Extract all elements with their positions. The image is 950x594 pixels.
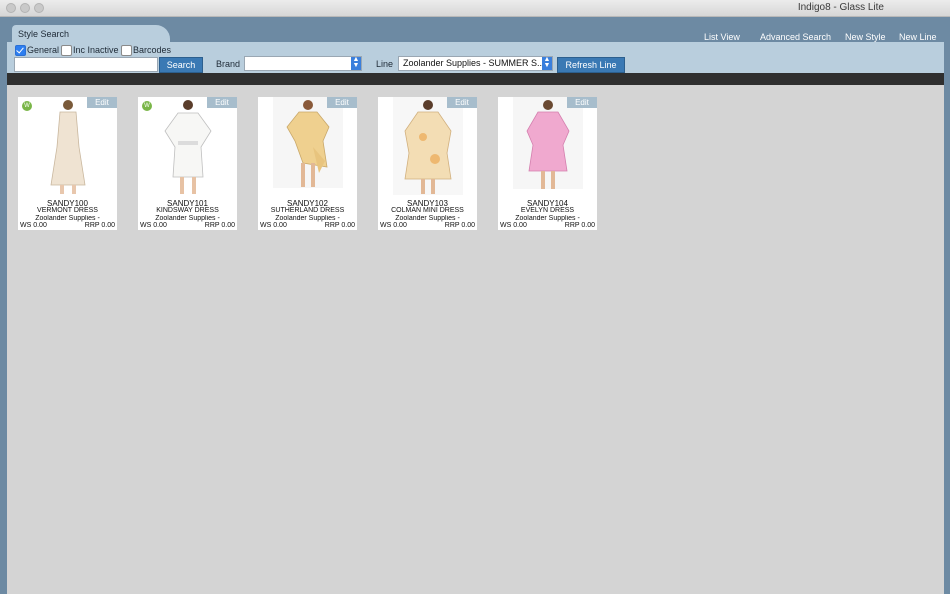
style-card[interactable]: Edit SANDY103 COLMAN MINI DRESS Zoolande…: [378, 97, 477, 230]
minimize-window-button[interactable]: [20, 3, 30, 13]
dress-shape: [526, 111, 570, 172]
rrp-price: RRP 0.00: [324, 222, 355, 229]
inc-inactive-label: Inc Inactive: [73, 45, 119, 55]
edit-button[interactable]: Edit: [87, 97, 117, 108]
style-card[interactable]: W Edit SANDY100 VERMONT DRESS Zoolander …: [18, 97, 117, 230]
barcodes-checkbox[interactable]: [121, 45, 132, 56]
rrp-price: RRP 0.00: [444, 222, 475, 229]
refresh-line-button[interactable]: Refresh Line: [557, 57, 625, 73]
list-view-link[interactable]: List View: [704, 32, 740, 42]
window-title: Indigo8 - Glass Lite: [797, 2, 884, 13]
header-divider-bar: [7, 73, 944, 85]
close-window-button[interactable]: [6, 3, 16, 13]
advanced-search-link[interactable]: Advanced Search: [760, 32, 831, 42]
edit-button[interactable]: Edit: [327, 97, 357, 108]
dress-shape: [404, 111, 452, 180]
style-name: VERMONT DRESS: [37, 207, 98, 214]
brand-label: Brand: [216, 59, 241, 69]
dress-photo: [33, 97, 103, 195]
line-label: Line: [376, 59, 394, 69]
style-name: EVELYN DRESS: [520, 207, 575, 214]
general-label: General: [27, 45, 60, 55]
dress-photo: [393, 97, 463, 195]
zoom-window-button[interactable]: [34, 3, 44, 13]
edit-button[interactable]: Edit: [567, 97, 597, 108]
select-stepper-icon: ▲ ▼: [351, 56, 361, 70]
rrp-price: RRP 0.00: [204, 222, 235, 229]
style-name: KINDSWAY DRESS: [156, 207, 219, 214]
barcodes-label: Barcodes: [133, 45, 172, 55]
brand-select[interactable]: ▲ ▼: [244, 56, 362, 71]
ws-price: WS 0.00: [260, 222, 287, 229]
edit-button[interactable]: Edit: [447, 97, 477, 108]
search-button[interactable]: Search: [159, 57, 203, 73]
tab-style-search-label: Style Search: [18, 29, 70, 39]
warehouse-badge: W: [142, 101, 152, 111]
ws-price: WS 0.00: [500, 222, 527, 229]
new-line-link[interactable]: New Line: [899, 32, 937, 42]
ws-price: WS 0.00: [20, 222, 47, 229]
dress-photo: [153, 97, 223, 195]
search-input[interactable]: [14, 57, 158, 72]
ws-price: WS 0.00: [380, 222, 407, 229]
dress-photo: [513, 97, 583, 195]
inc-inactive-checkbox[interactable]: [61, 45, 72, 56]
style-name: COLMAN MINI DRESS: [391, 207, 464, 214]
line-select[interactable]: Zoolander Supplies - SUMMER S... ▲ ▼: [398, 56, 553, 71]
style-card[interactable]: Edit SANDY102 SUTHERLAND DRESS Zoolander…: [258, 97, 357, 230]
window-titlebar: Indigo8 - Glass Lite: [0, 0, 950, 17]
edit-button[interactable]: Edit: [207, 97, 237, 108]
rrp-price: RRP 0.00: [564, 222, 595, 229]
style-name: SUTHERLAND DRESS: [270, 207, 345, 214]
new-style-link[interactable]: New Style: [845, 32, 886, 42]
general-checkbox[interactable]: [15, 45, 26, 56]
select-stepper-icon: ▲ ▼: [542, 56, 552, 70]
style-card[interactable]: W Edit SANDY101 KINDSWAY DRESS Zoolander…: [138, 97, 237, 230]
ws-price: WS 0.00: [140, 222, 167, 229]
style-card[interactable]: Edit SANDY104 EVELYN DRESS Zoolander Sup…: [498, 97, 597, 230]
line-select-value: Zoolander Supplies - SUMMER S...: [403, 58, 545, 68]
rrp-price: RRP 0.00: [84, 222, 115, 229]
warehouse-badge: W: [22, 101, 32, 111]
dress-photo: [273, 97, 343, 195]
